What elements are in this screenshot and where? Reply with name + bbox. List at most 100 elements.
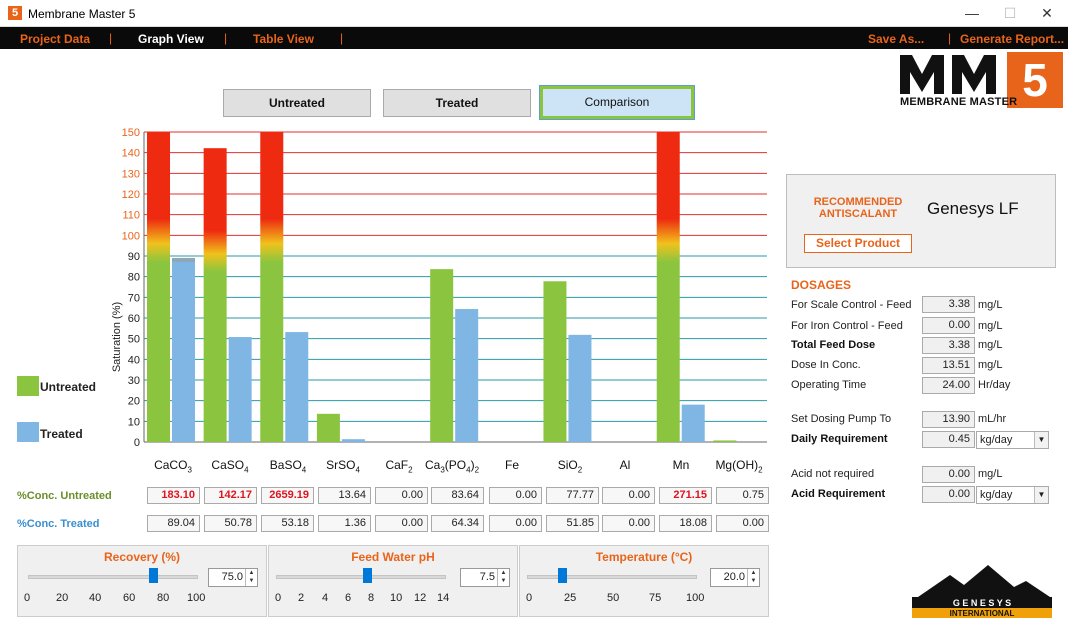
- menu-table-view[interactable]: Table View: [253, 32, 314, 46]
- iron-feed-unit: mg/L: [978, 320, 1003, 332]
- menu-separator: |: [948, 31, 952, 45]
- treated-view-button[interactable]: Treated: [383, 89, 531, 117]
- operating-time-value: 24.00: [922, 377, 975, 394]
- saturation-chart: 0 10 20 30 40 50 60 70 80 90 100 110 120 130 140 150 Sa…: [111, 127, 767, 449]
- untreated-bar-caso4: [203, 148, 227, 442]
- ph-tick: 12: [414, 592, 427, 604]
- category-subscript: 3: [187, 465, 192, 475]
- spinner-arrows-icon[interactable]: ▲ ▼: [245, 569, 257, 586]
- ph-tick: 2: [298, 592, 305, 604]
- category-text: (PO: [444, 458, 467, 472]
- treated-bar-ca3po42: [455, 309, 479, 442]
- dose-conc-unit: mg/L: [978, 359, 1003, 371]
- untreated-view-button[interactable]: Untreated: [223, 89, 371, 117]
- menu-generate-report[interactable]: Generate Report...: [960, 32, 1064, 46]
- ph-tick: 6: [345, 592, 352, 604]
- ph-value: 7.5: [479, 571, 495, 583]
- temperature-tick: 0: [526, 592, 533, 604]
- category-text: Ca: [424, 458, 441, 472]
- recovery-slider-thumb[interactable]: [149, 568, 158, 583]
- total-feed-label: Total Feed Dose: [791, 339, 876, 351]
- ph-input[interactable]: 7.5 ▲ ▼: [460, 568, 510, 587]
- recommended-panel: RECOMMENDED ANTISCALANT Genesys LF Selec…: [786, 174, 1056, 268]
- category-subscript: 4: [244, 465, 249, 475]
- maximize-button[interactable]: ☐: [995, 4, 1025, 22]
- category-label: Al: [596, 458, 654, 472]
- acid-unit-select[interactable]: kg/day ▼: [976, 486, 1049, 504]
- recovery-slider-track[interactable]: [28, 575, 198, 579]
- conc-treated-cell: 50.78: [204, 515, 257, 532]
- operating-time-unit: Hr/day: [978, 379, 1011, 391]
- title-bar: 5 Membrane Master 5 — ☐ ✕: [0, 0, 1068, 27]
- pump-unit: mL/hr: [978, 413, 1007, 425]
- treated-bar-mn: [681, 404, 705, 442]
- treated-bar-caso4: [228, 337, 252, 442]
- category-text: SrSO: [326, 458, 356, 472]
- select-product-button[interactable]: Select Product: [804, 234, 912, 253]
- treated-bar-cap: [172, 257, 195, 262]
- daily-requirement-label: Daily Requirement: [791, 433, 888, 445]
- legend-untreated-label: Untreated: [40, 380, 97, 394]
- temperature-input[interactable]: 20.0 ▲ ▼: [710, 568, 760, 587]
- y-tick-label: 60: [128, 313, 140, 325]
- acid-requirement-value: 0.00: [922, 486, 975, 503]
- y-axis-label: Saturation (%): [111, 302, 123, 372]
- daily-unit-select[interactable]: kg/day ▼: [976, 431, 1049, 449]
- acid-not-required-label: Acid not required: [791, 468, 875, 480]
- daily-requirement-value: 0.45: [922, 431, 975, 448]
- pump-label: Set Dosing Pump To: [791, 413, 892, 425]
- y-tick-label: 130: [122, 168, 140, 180]
- untreated-bar-srso4: [316, 413, 340, 442]
- y-tick-label: 20: [128, 396, 140, 408]
- temperature-slider-track[interactable]: [527, 575, 697, 579]
- recovery-tick: 60: [123, 592, 136, 604]
- menu-graph-view[interactable]: Graph View: [138, 32, 204, 46]
- genesys-logo: G E N E S Y S INTERNATIONAL: [912, 565, 1052, 618]
- category-text: Mg(OH): [715, 458, 759, 472]
- category-label: Mg(OH)2: [710, 458, 768, 474]
- menu-project-data[interactable]: Project Data: [20, 32, 90, 46]
- conc-untreated-cell: 77.77: [546, 487, 599, 504]
- category-text: CaF: [385, 458, 409, 472]
- daily-unit-value: kg/day: [980, 434, 1013, 446]
- conc-treated-cell: 64.34: [431, 515, 484, 532]
- legend-untreated-swatch: [17, 376, 39, 396]
- y-tick-label: 100: [122, 230, 140, 242]
- menu-separator: |: [340, 31, 344, 45]
- category-label: Mn: [652, 458, 710, 472]
- category-label: CaSO4: [201, 458, 259, 474]
- spinner-arrows-icon[interactable]: ▲ ▼: [747, 569, 759, 586]
- chevron-down-icon: ▼: [1034, 487, 1048, 503]
- menu-save-as[interactable]: Save As...: [868, 32, 924, 46]
- temperature-value: 20.0: [723, 571, 745, 583]
- category-text: Mn: [672, 458, 690, 472]
- recommended-label-line1: RECOMMENDED: [813, 196, 903, 208]
- comparison-view-button[interactable]: Comparison: [539, 85, 695, 120]
- ph-panel: Feed Water pH 7.5 ▲ ▼ 0 2 4 6 8 10 12 14: [268, 545, 518, 617]
- treated-bar-baso4: [285, 332, 309, 442]
- spinner-arrows-icon[interactable]: ▲ ▼: [497, 569, 509, 586]
- dose-conc-label: Dose In Conc.: [791, 359, 861, 371]
- dosages-title: DOSAGES: [791, 278, 852, 292]
- temperature-title: Temperature (°C): [595, 550, 693, 564]
- recovery-title: Recovery (%): [103, 550, 181, 564]
- category-label: SiO2: [541, 458, 599, 474]
- window-title: Membrane Master 5: [28, 7, 136, 21]
- recovery-input[interactable]: 75.0 ▲ ▼: [208, 568, 258, 587]
- recovery-tick: 20: [56, 592, 69, 604]
- temperature-slider-thumb[interactable]: [558, 568, 567, 583]
- treated-bar-caco3: [172, 257, 195, 442]
- close-button[interactable]: ✕: [1032, 4, 1062, 22]
- category-text: Al: [619, 458, 631, 472]
- ph-slider-track[interactable]: [276, 575, 446, 579]
- ph-tick: 0: [275, 592, 282, 604]
- ph-slider-thumb[interactable]: [363, 568, 372, 583]
- operating-time-label: Operating Time: [791, 379, 867, 391]
- temperature-panel: Temperature (°C) 20.0 ▲ ▼ 0 25 50 75 100: [519, 545, 769, 617]
- chevron-down-icon: ▼: [1034, 432, 1048, 448]
- ph-tick: 10: [390, 592, 403, 604]
- menu-separator: |: [224, 31, 228, 45]
- minimize-button[interactable]: —: [957, 4, 987, 22]
- y-tick-label: 80: [128, 272, 140, 284]
- untreated-bar-sio2: [543, 281, 567, 442]
